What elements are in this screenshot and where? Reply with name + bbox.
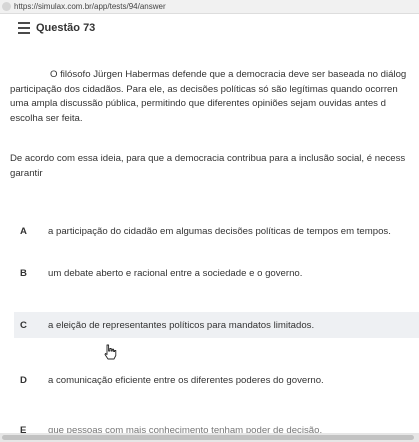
option-letter: D bbox=[20, 374, 27, 386]
option-letter: A bbox=[20, 225, 27, 237]
option-a[interactable]: A a participação do cidadão em algumas d… bbox=[20, 220, 419, 242]
option-c[interactable]: C a eleição de representantes políticos … bbox=[14, 312, 419, 338]
option-text: a participação do cidadão em algumas dec… bbox=[48, 225, 391, 237]
horizontal-scrollbar[interactable] bbox=[0, 433, 419, 442]
stem-line: uma ampla discussão pública, permitindo … bbox=[10, 98, 386, 109]
question-title: Questão 73 bbox=[36, 22, 96, 34]
stem-line: escolha ser feita. bbox=[10, 112, 83, 124]
question-stem: O filósofo Jürgen Habermas defende que a… bbox=[10, 68, 419, 126]
stem-line: O filósofo Jürgen Habermas defende que a… bbox=[50, 69, 407, 80]
question-header: Questão 73 bbox=[18, 20, 95, 36]
hand-cursor-icon bbox=[104, 344, 117, 360]
url-text[interactable]: https://simulax.com.br/app/tests/94/answ… bbox=[14, 2, 166, 11]
site-info-icon[interactable] bbox=[2, 2, 11, 11]
stem-line: participação dos cidadãos. Para ele, as … bbox=[10, 83, 398, 95]
option-b[interactable]: B um debate aberto e racional entre a so… bbox=[20, 262, 419, 284]
option-d[interactable]: D a comunicação eficiente entre os difer… bbox=[20, 369, 419, 391]
option-text: um debate aberto e racional entre a soci… bbox=[48, 267, 303, 279]
list-icon bbox=[18, 22, 30, 34]
option-text: a eleição de representantes políticos pa… bbox=[48, 319, 315, 331]
option-letter: B bbox=[20, 267, 27, 279]
address-bar[interactable]: https://simulax.com.br/app/tests/94/answ… bbox=[0, 0, 419, 14]
option-text: a comunicação eficiente entre os diferen… bbox=[48, 374, 324, 386]
prompt-line: garantir bbox=[10, 168, 43, 179]
prompt-line: De acordo com essa ideia, para que a dem… bbox=[10, 153, 406, 164]
option-letter: C bbox=[20, 319, 27, 331]
question-prompt: De acordo com essa ideia, para que a dem… bbox=[10, 151, 419, 181]
scrollbar-thumb[interactable] bbox=[2, 435, 414, 440]
